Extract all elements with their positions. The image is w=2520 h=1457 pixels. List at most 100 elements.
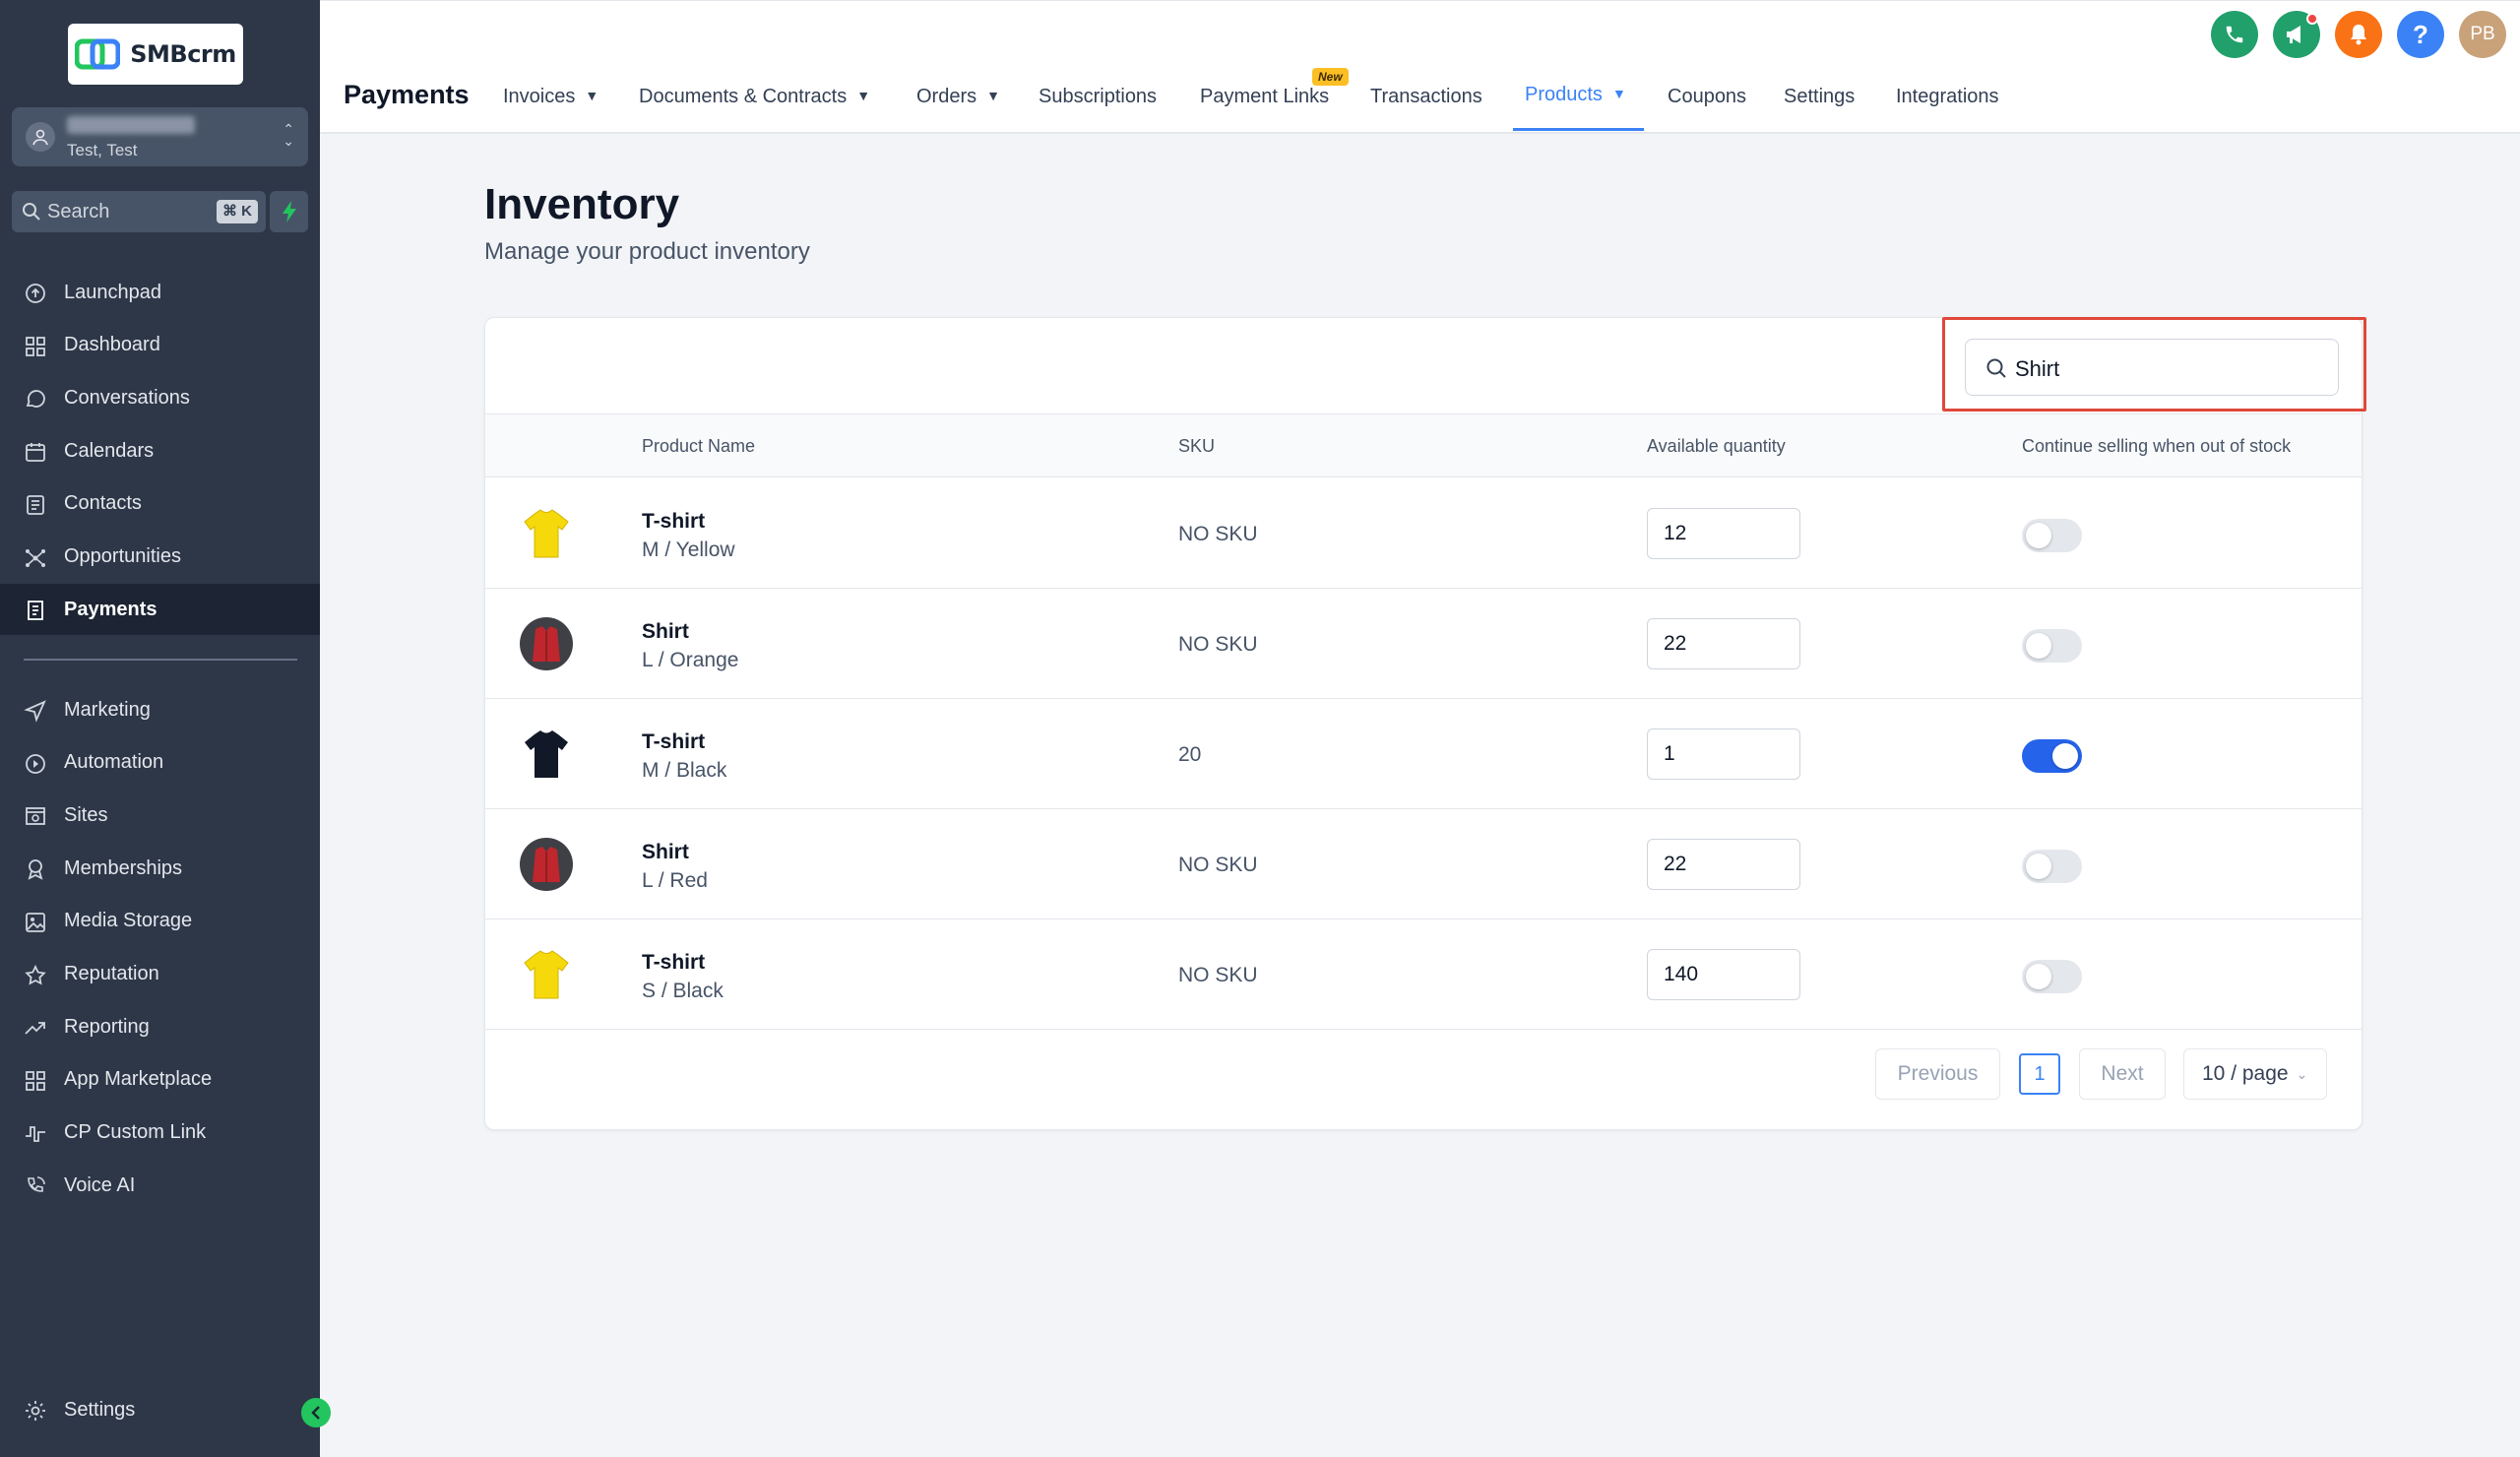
tab-payment-links[interactable]: Payment Links <box>1200 86 1329 108</box>
continue-selling-toggle[interactable] <box>2022 850 2082 883</box>
continue-selling-toggle[interactable] <box>2022 519 2082 552</box>
quantity-input[interactable]: 22 <box>1647 839 1800 890</box>
tab-subscriptions[interactable]: Subscriptions <box>1039 86 1157 108</box>
tab-label: Integrations <box>1896 86 1999 107</box>
sidebar-item-reporting[interactable]: Reporting <box>0 1001 320 1052</box>
quantity-input[interactable]: 1 <box>1647 728 1800 780</box>
product-name[interactable]: Shirt <box>642 620 689 644</box>
phone-button[interactable] <box>2211 11 2258 58</box>
table-row: T-shirt M / Yellow NO SKU 12 <box>485 478 2362 589</box>
search-icon <box>23 203 40 221</box>
sidebar-item-memberships[interactable]: Memberships <box>0 843 320 894</box>
sidebar-item-opportunities[interactable]: Opportunities <box>0 532 320 583</box>
top-navigation: Payments Invoices ▼ Documents & Contracts… <box>320 0 2520 134</box>
nav-divider <box>24 659 297 661</box>
sidebar-item-contacts[interactable]: Contacts <box>0 478 320 530</box>
tab-integrations[interactable]: Integrations <box>1896 86 1999 108</box>
table-header: Product Name SKU Available quantity Cont… <box>485 414 2362 477</box>
product-name[interactable]: T-shirt <box>642 730 705 754</box>
sidebar-item-label: Marketing <box>64 698 151 721</box>
sidebar-item-label: Dashboard <box>64 334 160 356</box>
bell-icon <box>2351 25 2366 45</box>
contacts-icon <box>27 494 44 515</box>
sidebar-search[interactable]: Search ⌘ K <box>12 191 266 232</box>
sidebar-item-dashboard[interactable]: Dashboard <box>0 320 320 371</box>
continue-selling-toggle[interactable] <box>2022 629 2082 663</box>
table-row: Shirt L / Orange NO SKU 22 <box>485 589 2362 699</box>
tab-transactions[interactable]: Transactions <box>1370 86 1482 108</box>
chevron-updown-icon: ⌃ ⌄ <box>283 121 294 149</box>
column-header-available-quantity: Available quantity <box>1647 436 1786 456</box>
quantity-input[interactable]: 22 <box>1647 618 1800 669</box>
product-variant: L / Red <box>642 869 708 892</box>
send-icon <box>24 700 46 723</box>
question-icon: ? <box>2413 19 2428 49</box>
sidebar-item-marketing[interactable]: Marketing <box>0 684 320 735</box>
inventory-card: Shirt Product Name SKU Available quantit… <box>484 317 2366 1130</box>
product-sku: NO SKU <box>1178 964 1258 986</box>
help-button[interactable]: ? <box>2397 11 2444 58</box>
tab-label: Payment Links <box>1200 86 1330 107</box>
product-name[interactable]: T-shirt <box>642 951 705 975</box>
sidebar-item-launchpad[interactable]: Launchpad <box>0 267 320 318</box>
sidebar-item-payments[interactable]: Payments <box>0 584 320 636</box>
collapse-sidebar-button[interactable] <box>301 1398 331 1427</box>
sidebar-item-app-marketplace[interactable]: App Marketplace <box>0 1054 320 1106</box>
toggle-knob <box>2026 964 2051 989</box>
quantity-input[interactable]: 140 <box>1647 949 1800 1000</box>
announcements-button[interactable] <box>2273 11 2320 58</box>
table-row: T-shirt M / Black 20 1 <box>485 699 2362 809</box>
brand-logo[interactable]: SMBcrm <box>68 24 243 85</box>
sidebar-item-label: App Marketplace <box>64 1068 213 1091</box>
active-tab-indicator <box>1513 128 1644 131</box>
tab-products[interactable]: Products ▼ <box>1525 84 1626 106</box>
sidebar-item-media-storage[interactable]: Media Storage <box>0 896 320 947</box>
sidebar-item-automation[interactable]: Automation <box>0 737 320 789</box>
page-size-select[interactable]: 10 / page ⌄ <box>2183 1048 2327 1100</box>
column-header-sku: SKU <box>1178 436 1216 456</box>
memberships-icon <box>28 859 43 880</box>
tab-documents-contracts[interactable]: Documents & Contracts ▼ <box>639 86 870 108</box>
notifications-button[interactable] <box>2335 11 2382 58</box>
brand-name: SMBcrm <box>130 40 236 68</box>
sidebar-item-label: Reputation <box>64 963 159 984</box>
tab-label: Products <box>1525 84 1603 105</box>
tab-label: Settings <box>1784 86 1856 107</box>
user-avatar[interactable]: PB <box>2459 11 2506 58</box>
table-row: T-shirt S / Black NO SKU 140 <box>485 919 2362 1030</box>
current-page-button[interactable]: 1 <box>2019 1053 2060 1095</box>
sidebar-item-sites[interactable]: Sites <box>0 790 320 841</box>
sidebar-item-calendars[interactable]: Calendars <box>0 425 320 476</box>
account-switcher[interactable]: Test, Test ⌃ ⌄ <box>12 107 308 166</box>
tab-orders[interactable]: Orders ▼ <box>916 86 1000 108</box>
tab-coupons[interactable]: Coupons <box>1668 86 1746 108</box>
sidebar-item-settings[interactable]: Settings <box>0 1384 320 1435</box>
toggle-knob <box>2026 523 2051 548</box>
previous-page-button[interactable]: Previous <box>1875 1048 2000 1100</box>
account-name-redacted <box>67 116 195 134</box>
continue-selling-toggle[interactable] <box>2022 960 2082 993</box>
sidebar-item-voice-ai[interactable]: Voice AI <box>0 1160 320 1211</box>
sidebar-item-conversations[interactable]: Conversations <box>0 372 320 423</box>
product-sku: 20 <box>1178 743 1202 766</box>
sidebar-item-reputation[interactable]: Reputation <box>0 949 320 1000</box>
tab-invoices[interactable]: Invoices ▼ <box>503 86 598 108</box>
image-icon <box>26 912 45 932</box>
notification-dot <box>2306 13 2318 25</box>
page-size-value: 10 / page <box>2202 1062 2289 1085</box>
sidebar-item-label: Voice AI <box>64 1173 136 1196</box>
sidebar-item-label: Automation <box>64 751 164 774</box>
product-name[interactable]: T-shirt <box>642 510 705 534</box>
sidebar-item-cp-custom-link[interactable]: CP Custom Link <box>0 1108 320 1159</box>
quick-action-button[interactable] <box>270 191 308 232</box>
tab-label: Orders <box>916 86 977 107</box>
continue-selling-toggle[interactable] <box>2022 739 2082 773</box>
chevron-down-icon: ⌄ <box>2296 1065 2308 1082</box>
next-page-button[interactable]: Next <box>2079 1048 2166 1100</box>
quantity-input[interactable]: 12 <box>1647 508 1800 559</box>
chat-icon <box>26 390 45 409</box>
tab-settings[interactable]: Settings <box>1784 86 1855 108</box>
trending-icon <box>25 1022 45 1035</box>
tab-label: Documents & Contracts <box>639 86 848 107</box>
product-name[interactable]: Shirt <box>642 841 689 864</box>
